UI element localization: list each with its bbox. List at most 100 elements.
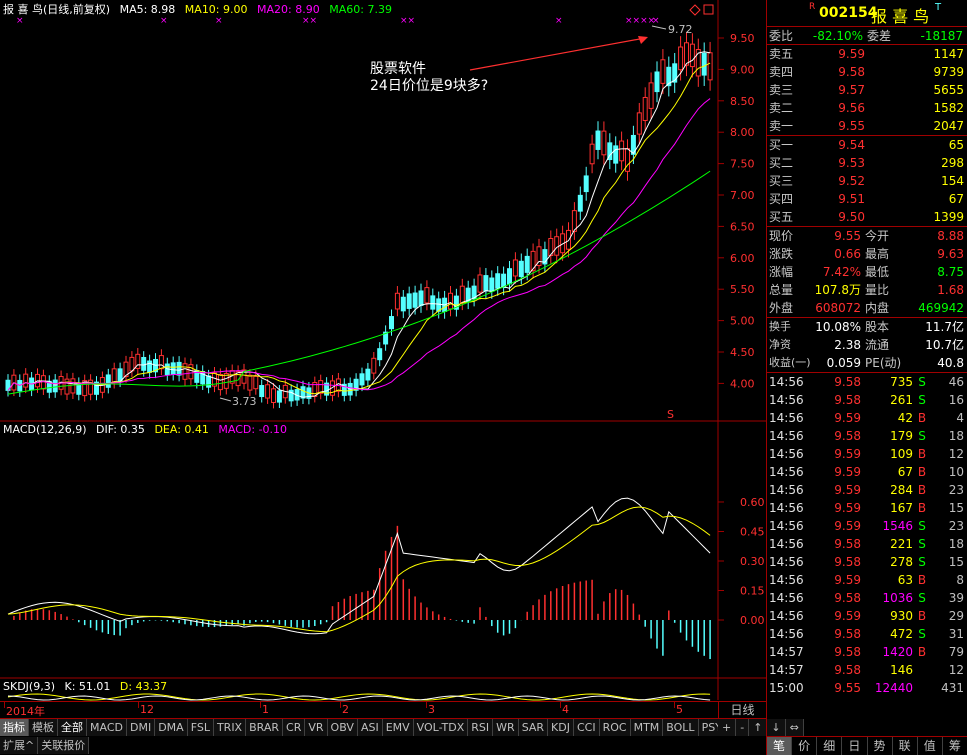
candle-body <box>595 130 601 150</box>
bid-volume: 154 <box>941 174 964 188</box>
indicator-tab-vol-tdx[interactable]: VOL-TDX <box>413 719 469 736</box>
candle-body <box>400 296 406 312</box>
tick-price: 9.59 <box>834 447 861 461</box>
indicator-tab-cci[interactable]: CCI <box>573 719 600 736</box>
tick-volume: 1546 <box>882 519 913 533</box>
diamond-icon[interactable] <box>689 4 701 16</box>
ask-volume: 1582 <box>933 101 964 115</box>
tick-price: 9.59 <box>834 501 861 515</box>
macd-axis-label: 0.60 <box>740 496 765 509</box>
tick-time: 14:56 <box>769 609 804 623</box>
indicator-tab-emv[interactable]: EMV <box>382 719 414 736</box>
tick-list[interactable]: 14:56 9.58 735 S 46 14:56 9.58 261 S 16 14:56 9.59 4… <box>767 373 967 697</box>
indicator-tab-macd[interactable]: MACD <box>87 719 127 736</box>
indicator-tab-cr[interactable]: CR <box>283 719 306 736</box>
macd-axis-label: 0.15 <box>740 584 765 597</box>
candle-body <box>176 361 182 376</box>
stat-row: 总量 107.8万 量比 1.68 <box>767 281 967 299</box>
indicator-tab-全部[interactable]: 全部 <box>58 719 87 736</box>
max-price-label: 9.72 <box>668 23 693 36</box>
tick-count: 15 <box>948 555 964 569</box>
tick-time: 14:56 <box>769 501 804 515</box>
indicator-tab-rsi[interactable]: RSI <box>468 719 494 736</box>
side-tab[interactable]: 筹 <box>943 737 967 755</box>
tick-side <box>913 679 931 697</box>
nav-button[interactable]: ↑ <box>749 719 768 736</box>
tick-price: 9.58 <box>834 537 861 551</box>
period-label[interactable]: 日线 <box>718 702 766 720</box>
price-axis-label: 7.50 <box>730 158 755 171</box>
ask-label: 卖三 <box>769 83 794 97</box>
tick-row: 14:56 9.59 1546 S 23 <box>767 517 967 535</box>
indicator-tab-fsl[interactable]: FSL <box>187 719 214 736</box>
indicator-tab-dmi[interactable]: DMI <box>126 719 156 736</box>
tick-volume: 930 <box>890 609 913 623</box>
chart-area[interactable]: 9.50 9.00 8.50 8.00 7.50 7.00 6.50 6.00 5.50 5.00… <box>0 0 766 718</box>
indicator-tab-asi[interactable]: ASI <box>357 719 383 736</box>
fund-value: 10.7亿 <box>925 338 964 352</box>
indicator-tab-mtm[interactable]: MTM <box>630 719 664 736</box>
stock-title: 报 喜 鸟(日线,前复权) <box>3 3 111 16</box>
chart-canvas[interactable]: 9.50 9.00 8.50 8.00 7.50 7.00 6.50 6.00 5.50 5.00… <box>0 0 766 718</box>
max-price-pointer <box>651 25 667 30</box>
bid-price: 9.54 <box>838 138 865 152</box>
tick-volume: 146 <box>890 663 913 677</box>
tick-row: 14:56 9.58 179 S 18 <box>767 427 967 445</box>
candle-body <box>188 364 194 380</box>
indicator-tab-指标[interactable]: 指标 <box>0 719 29 736</box>
candle-body <box>501 273 507 289</box>
side-tab[interactable]: 笔 <box>767 737 793 755</box>
time-axis-tick <box>260 702 261 708</box>
tick-price: 9.58 <box>834 591 861 605</box>
side-tab[interactable]: 值 <box>918 737 943 755</box>
price-axis-label: 8.50 <box>730 95 755 108</box>
nav-button[interactable]: + <box>718 719 737 736</box>
window-icon[interactable] <box>703 4 714 15</box>
indicator-tab-obv[interactable]: OBV <box>327 719 358 736</box>
nav-button[interactable]: - <box>736 719 750 736</box>
stat-value: 7.42% <box>822 265 861 279</box>
fund-label: 流通 <box>865 338 890 352</box>
indicator-tab-kdj[interactable]: KDJ <box>548 719 574 736</box>
candle-body <box>259 385 265 398</box>
side-tab[interactable]: 日 <box>842 737 868 755</box>
tick-volume: 221 <box>890 537 913 551</box>
macd-title: MACD(12,26,9) <box>3 423 87 436</box>
min-price-label: 3.73 <box>232 395 257 408</box>
stat-label: 最低 <box>865 265 890 279</box>
indicator-tab-vr[interactable]: VR <box>305 719 328 736</box>
sell-signal-marker: S <box>667 408 674 421</box>
candle-body <box>147 360 153 373</box>
side-tab[interactable]: 价 <box>792 737 818 755</box>
extra-tab[interactable]: 关联报价 <box>38 737 90 754</box>
ask-volume: 5655 <box>933 83 964 97</box>
time-axis-label: 4 <box>562 703 569 716</box>
side-tab[interactable]: 细 <box>817 737 843 755</box>
ask-price: 9.59 <box>838 47 865 61</box>
side-tab[interactable]: 联 <box>893 737 918 755</box>
stock-terminal: 9.50 9.00 8.50 8.00 7.50 7.00 6.50 6.00 5.50 5.00… <box>0 0 967 755</box>
candle-body <box>129 356 135 372</box>
indicator-tab-dma[interactable]: DMA <box>155 719 188 736</box>
annotation-line1: 股票软件 <box>370 61 426 77</box>
tick-side: B <box>917 411 927 425</box>
indicator-tab-sar[interactable]: SAR <box>518 719 549 736</box>
annotation-line2: 24日价位是9块多? <box>370 77 488 94</box>
candle-body <box>253 375 259 390</box>
extra-tab[interactable]: 扩展^ <box>0 737 39 754</box>
tick-count: 79 <box>948 645 964 659</box>
indicator-tab-boll[interactable]: BOLL <box>663 719 699 736</box>
indicator-tab-wr[interactable]: WR <box>493 719 519 736</box>
tick-volume: 284 <box>890 483 913 497</box>
indicator-tab-roc[interactable]: ROC <box>599 719 631 736</box>
candle-body <box>70 378 76 394</box>
indicator-tab-模板[interactable]: 模板 <box>29 719 58 736</box>
stat-value: 9.55 <box>834 229 861 243</box>
candle-body <box>247 374 253 391</box>
macd-axis-label: 0.45 <box>740 525 765 538</box>
macd-axis-label: 0.00 <box>740 614 765 627</box>
indicator-tab-brar[interactable]: BRAR <box>246 719 284 736</box>
annotation-arrowhead <box>638 36 648 44</box>
side-tab[interactable]: 势 <box>868 737 893 755</box>
indicator-tab-trix[interactable]: TRIX <box>213 719 247 736</box>
